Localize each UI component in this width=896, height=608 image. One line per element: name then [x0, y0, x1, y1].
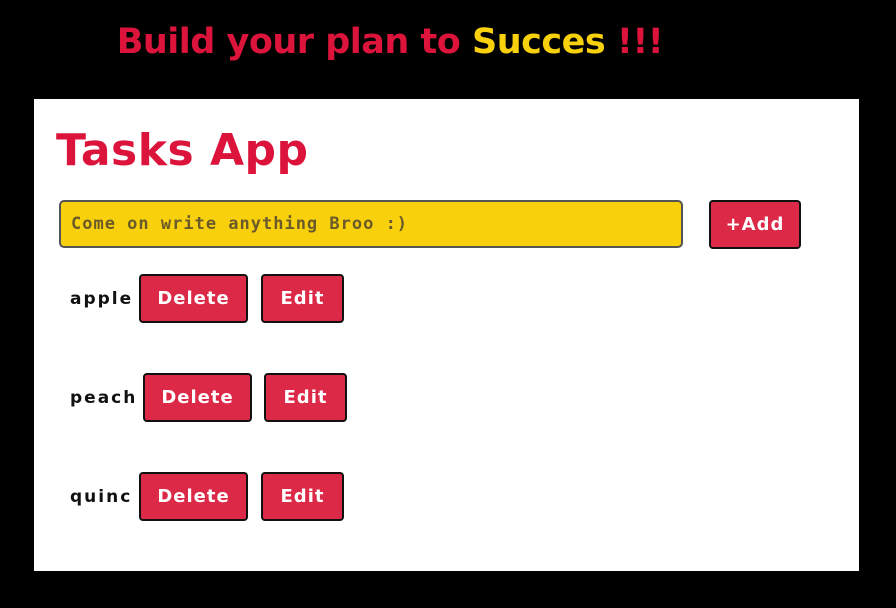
delete-task-button[interactable]: Delete	[139, 472, 248, 521]
delete-task-button[interactable]: Delete	[139, 274, 248, 323]
edit-task-button[interactable]: Edit	[264, 373, 347, 422]
task-row: quinc Delete Edit	[34, 472, 859, 522]
edit-task-button[interactable]: Edit	[261, 472, 344, 521]
tasks-card: Tasks App +Add apple Delete Edit peach D…	[34, 99, 859, 571]
delete-task-button[interactable]: Delete	[143, 373, 252, 422]
task-label: quinc	[70, 487, 133, 507]
task-label: apple	[70, 289, 134, 309]
task-row: peach Delete Edit	[34, 373, 859, 423]
edit-task-button[interactable]: Edit	[261, 274, 344, 323]
app-title: Tasks App	[56, 125, 309, 176]
task-input[interactable]	[59, 200, 683, 248]
page-banner: Build your plan to Succes !!!	[0, 22, 780, 62]
banner-text-part3: !!!	[605, 22, 664, 62]
add-task-button[interactable]: +Add	[709, 200, 801, 249]
banner-text-highlight: Succes	[472, 22, 606, 62]
task-row: apple Delete Edit	[34, 274, 859, 324]
task-label: peach	[70, 388, 138, 408]
banner-text-part1: Build your plan to	[116, 22, 472, 62]
